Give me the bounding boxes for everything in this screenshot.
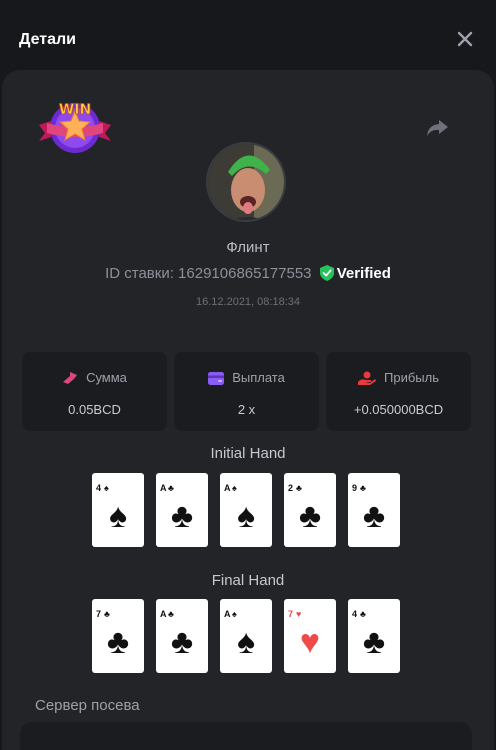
share-icon[interactable] <box>424 114 450 140</box>
card-suit-pip: ♣ <box>170 623 194 661</box>
player-name: Флинт <box>226 239 270 256</box>
card-suit-small: ♣ <box>296 483 302 493</box>
card-suit-pip: ♣ <box>362 497 386 535</box>
card-suit-pip: ♣ <box>170 497 194 535</box>
card-suit-small: ♥ <box>296 609 302 619</box>
playing-card: 7 ♣ ♣ <box>92 599 144 673</box>
card-suit-small: ♠ <box>232 609 237 619</box>
card-rank: A <box>224 609 231 619</box>
card-suit-small: ♠ <box>104 483 109 493</box>
server-seed-label: Сервер посева <box>35 697 140 714</box>
card-suit-small: ♣ <box>104 609 110 619</box>
card-rank: 7 <box>288 609 294 619</box>
stat-amount-value: 0.05BCD <box>68 402 121 417</box>
playing-card: 9 ♣ ♣ <box>348 473 400 547</box>
playing-card: A ♠ ♠ <box>220 599 272 673</box>
stat-profit-label: Прибыль <box>384 370 439 385</box>
svg-text:WIN: WIN <box>59 102 91 118</box>
win-badge-icon: WIN <box>39 102 111 153</box>
card-rank: 4 <box>352 609 358 619</box>
card-suit-pip: ♥ <box>299 623 321 661</box>
bet-amount-icon <box>63 372 78 384</box>
stat-payout-value: 2 x <box>237 402 256 417</box>
card-rank: 4 <box>96 483 102 493</box>
playing-card: A ♠ ♠ <box>220 473 272 547</box>
playing-card: 4 ♠ ♠ <box>92 473 144 547</box>
profit-hand-icon <box>358 371 376 385</box>
card-suit-small: ♣ <box>360 609 366 619</box>
card-suit-pip: ♠ <box>108 497 128 535</box>
bet-id-value: 1629106865177553 <box>178 265 312 282</box>
initial-hand-title: Initial Hand <box>210 445 286 462</box>
stat-amount: Сумма 0.05BCD <box>22 352 167 431</box>
card-suit-pip: ♠ <box>236 497 256 535</box>
card-suit-pip: ♣ <box>106 623 130 661</box>
card-suit-small: ♣ <box>168 483 174 493</box>
card-rank: 7 <box>96 609 102 619</box>
card-rank: A <box>160 483 167 493</box>
card-suit-pip: ♠ <box>236 623 256 661</box>
card-suit-small: ♠ <box>232 483 237 493</box>
avatar <box>206 142 286 222</box>
card-suit-small: ♣ <box>168 609 174 619</box>
server-seed-box <box>20 722 472 750</box>
playing-card: A ♣ ♣ <box>156 599 208 673</box>
stat-payout: Выплата 2 x <box>174 352 319 431</box>
stat-profit: Прибыль +0.050000BCD <box>326 352 471 431</box>
modal-header: Детали <box>0 0 496 78</box>
close-icon[interactable] <box>455 29 475 49</box>
card-rank: A <box>160 609 167 619</box>
playing-card: A ♣ ♣ <box>156 473 208 547</box>
card-suit-pip: ♣ <box>362 623 386 661</box>
card-suit-pip: ♣ <box>298 497 322 535</box>
playing-card: 4 ♣ ♣ <box>348 599 400 673</box>
card-rank: 2 <box>288 483 294 493</box>
bet-id-label: ID ставки: <box>105 265 174 282</box>
stat-amount-label: Сумма <box>86 370 127 385</box>
wallet-icon <box>208 372 225 385</box>
card-suit-small: ♣ <box>360 483 366 493</box>
card-rank: A <box>224 483 231 493</box>
modal-title: Детали <box>19 31 77 48</box>
bet-id-row: ID ставки: 1629106865177553 Verified <box>0 265 496 282</box>
final-hand-title: Final Hand <box>211 572 285 589</box>
playing-card: 2 ♣ ♣ <box>284 473 336 547</box>
stat-payout-label: Выплата <box>232 370 285 385</box>
card-rank: 9 <box>352 483 358 493</box>
bet-datetime: 16.12.2021, 08:18:34 <box>196 296 300 308</box>
shield-check-icon <box>319 265 334 281</box>
stat-profit-value: +0.050000BCD <box>353 402 444 417</box>
playing-card: 7 ♥ ♥ <box>284 599 336 673</box>
verified-label: Verified <box>336 265 391 282</box>
